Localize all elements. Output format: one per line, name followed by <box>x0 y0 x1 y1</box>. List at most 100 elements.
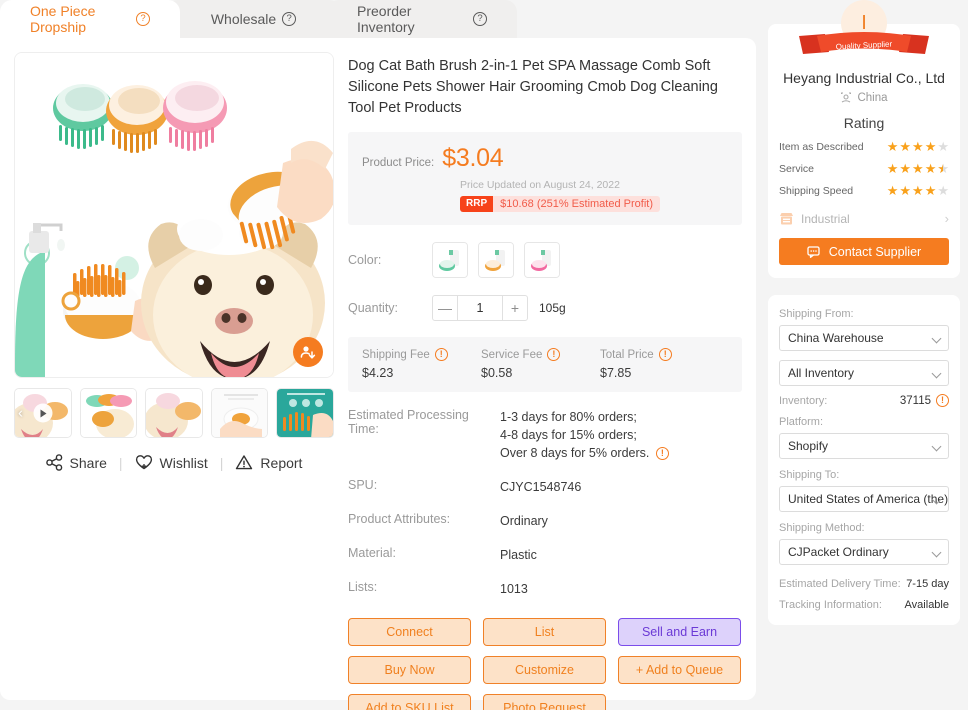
report-button[interactable]: Report <box>235 454 302 471</box>
spec-value-text: 1-3 days for 80% orders; 4-8 days for 15… <box>500 410 650 460</box>
info-icon[interactable]: ! <box>936 394 949 407</box>
thumbnail-2[interactable] <box>79 388 138 438</box>
sell-and-earn-button[interactable]: Sell and Earn <box>618 618 741 646</box>
shipping-from-label: Shipping From: <box>779 308 854 320</box>
tab-one-piece-dropship[interactable]: One Piece Dropship ? <box>0 0 180 38</box>
tab-wholesale[interactable]: Wholesale ? <box>166 0 341 38</box>
shipping-method-select[interactable]: CJPacket Ordinary <box>779 539 949 565</box>
add-to-queue-button[interactable]: + Add to Queue <box>618 656 741 684</box>
thumbnail-strip: ‹ <box>14 388 334 438</box>
spec-lists: Lists: 1013 <box>348 580 742 598</box>
price-updated: Price Updated on August 24, 2022 <box>460 179 620 191</box>
shipping-method-label: Shipping Method: <box>779 522 865 534</box>
supplier-category: Industrial <box>801 211 850 226</box>
rrp-tag: RRP <box>460 196 494 212</box>
product-detail-page: One Piece Dropship ? Wholesale ? Preorde… <box>0 0 968 710</box>
rrp-badge: RRP $10.68 (251% Estimated Profit) <box>460 196 660 212</box>
spec-label: SPU: <box>348 478 378 492</box>
hero-image-art <box>15 53 333 377</box>
product-details: Dog Cat Bath Brush 2-in-1 Pet SPA Massag… <box>348 56 742 710</box>
share-label: Share <box>69 454 107 471</box>
help-icon[interactable]: ? <box>136 12 150 26</box>
thumb-art <box>146 389 202 437</box>
fee-value: $0.58 <box>481 366 513 380</box>
thumbnail-4[interactable] <box>210 388 269 438</box>
photo-request-button[interactable]: Photo Request <box>483 694 606 710</box>
quantity-decrement-button[interactable]: — <box>433 296 457 320</box>
tab-preorder-inventory[interactable]: Preorder Inventory ? <box>327 0 517 38</box>
inventory-select-value: All Inventory <box>788 366 855 380</box>
spec-label: Material: <box>348 546 396 560</box>
info-icon[interactable]: ! <box>658 348 672 361</box>
gallery-prev-icon[interactable]: ‹ <box>18 405 23 422</box>
contact-supplier-button[interactable]: Contact Supplier <box>779 238 949 265</box>
help-icon[interactable]: ? <box>282 12 297 26</box>
supplier-location: China <box>779 92 949 104</box>
download-image-icon[interactable] <box>293 337 323 367</box>
wishlist-button[interactable]: Wishlist <box>135 454 208 471</box>
spec-value: Ordinary <box>500 514 548 528</box>
info-icon[interactable]: ! <box>547 348 561 361</box>
shipping-from-select[interactable]: China Warehouse <box>779 325 949 351</box>
spec-label: Lists: <box>348 580 378 594</box>
price-box: Product Price: $3.04 Price Updated on Au… <box>348 132 742 225</box>
supplier-name[interactable]: Heyang Industrial Co., Ltd <box>779 70 949 86</box>
color-swatches <box>432 242 560 278</box>
quantity-increment-button[interactable]: + <box>503 296 527 320</box>
add-to-sku-list-button[interactable]: Add to SKU List <box>348 694 471 710</box>
product-hero-image[interactable] <box>14 52 334 378</box>
tracking-row: Tracking Information: Available <box>779 599 949 611</box>
buy-now-button[interactable]: Buy Now <box>348 656 471 684</box>
gallery-actions: Share | Wishlist | Report <box>14 454 334 471</box>
list-button[interactable]: List <box>483 618 606 646</box>
fee-label-row: Shipping Fee ! <box>362 348 481 361</box>
inventory-value: 37115 <box>899 394 931 407</box>
shipping-to-value: United States of America (the) <box>788 492 949 506</box>
color-swatch-pink[interactable] <box>524 242 560 278</box>
spec-value: Plastic <box>500 548 537 562</box>
ribbon-icon: Quality Supplier <box>799 32 929 54</box>
info-icon[interactable]: ! <box>434 348 448 361</box>
delivery-time-value: 7-15 day <box>906 578 949 590</box>
shipping-to-label: Shipping To: <box>779 469 840 481</box>
inventory-select[interactable]: All Inventory <box>779 360 949 386</box>
thumbnail-3[interactable] <box>145 388 203 438</box>
supplier-category-row[interactable]: Industrial › <box>779 211 949 226</box>
fee-label: Total Price <box>600 348 654 361</box>
info-icon[interactable]: ! <box>655 447 669 460</box>
quantity-row: Quantity: — + 105g <box>348 295 742 321</box>
customize-button[interactable]: Customize <box>483 656 606 684</box>
platform-select[interactable]: Shopify <box>779 433 949 459</box>
color-swatch-orange[interactable] <box>478 242 514 278</box>
fee-shipping: Shipping Fee ! $4.23 <box>362 348 481 380</box>
fee-value: $7.85 <box>600 366 632 380</box>
tab-label: Wholesale <box>210 11 277 27</box>
rating-label: Service <box>779 162 815 175</box>
sidebar: I Quality Supplier Heyang Industrial Co.… <box>768 0 960 625</box>
fee-service: Service Fee ! $0.58 <box>481 348 600 380</box>
thumb-art <box>211 389 268 437</box>
svg-text:Quality Supplier: Quality Supplier <box>836 40 893 52</box>
thumbnail-5[interactable] <box>276 388 334 438</box>
rating-label: Shipping Speed <box>779 184 854 197</box>
report-warning-icon <box>236 455 253 470</box>
rating-item-as-described: Item as Described ★ ★ ★ ★ ★ <box>779 140 949 153</box>
swatch-art <box>525 243 559 277</box>
inventory-row: Inventory: 37115 ! <box>779 394 949 407</box>
quantity-input[interactable] <box>457 296 503 320</box>
tracking-value: Available <box>904 599 949 611</box>
location-icon <box>841 92 852 103</box>
help-icon[interactable]: ? <box>473 12 487 26</box>
thumbnail-video[interactable]: ‹ <box>14 388 72 438</box>
share-button[interactable]: Share <box>45 454 107 471</box>
color-label: Color: <box>348 253 382 267</box>
play-icon[interactable] <box>33 403 53 423</box>
divider: | <box>219 454 224 471</box>
connect-button[interactable]: Connect <box>348 618 471 646</box>
thumb-art <box>277 389 333 437</box>
fee-value: $4.23 <box>362 366 394 380</box>
shipping-from-value: China Warehouse <box>788 331 884 345</box>
color-swatch-green[interactable] <box>432 242 468 278</box>
shipping-to-select[interactable]: United States of America (the) <box>779 486 949 512</box>
share-icon <box>45 454 62 471</box>
